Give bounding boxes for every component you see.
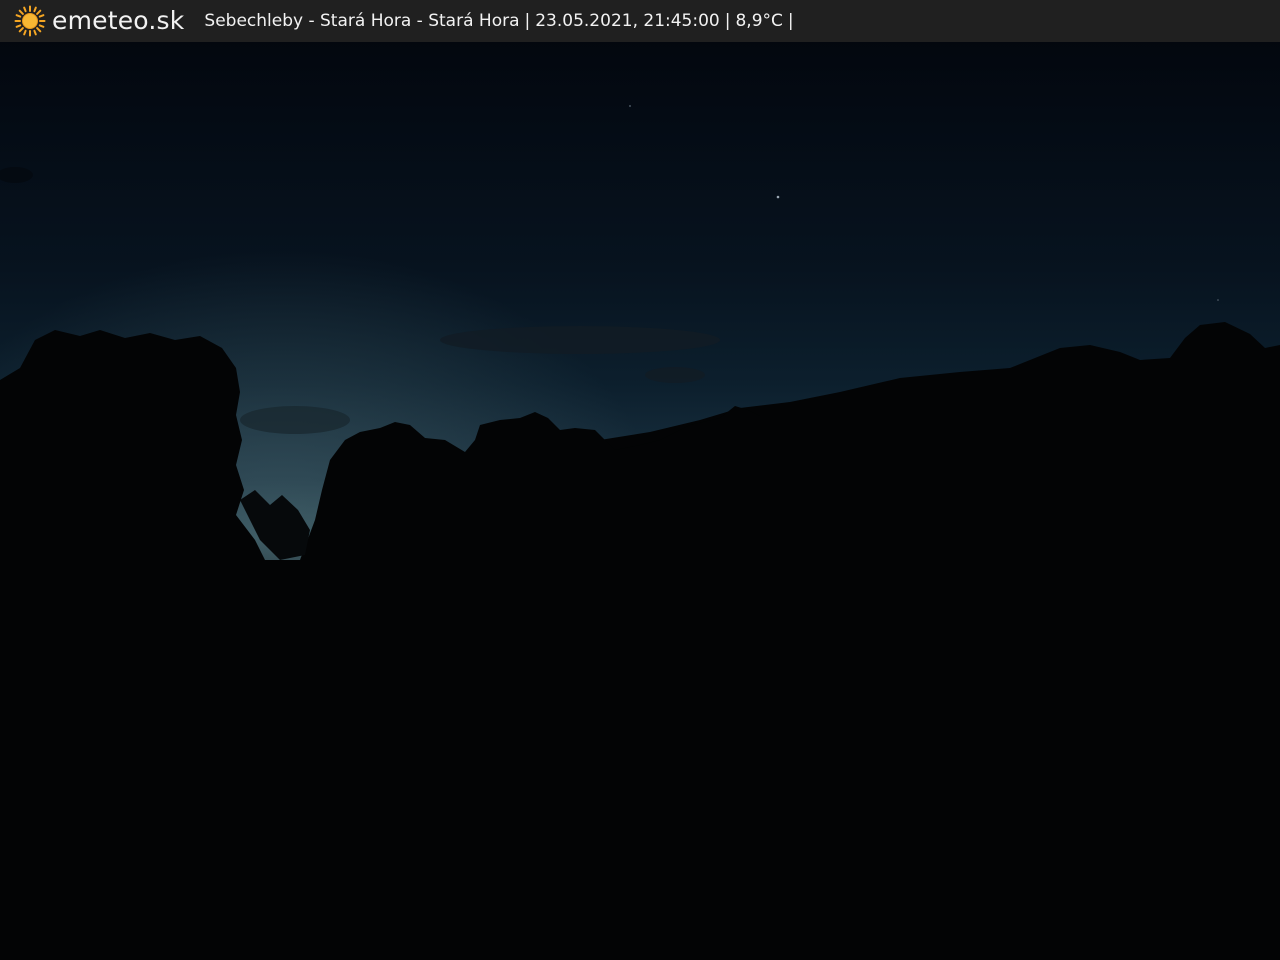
cloud — [240, 406, 350, 434]
webcam-caption: Sebechleby - Stará Hora - Stará Hora | 2… — [204, 0, 798, 42]
star — [1217, 299, 1219, 301]
separator: | — [724, 11, 731, 31]
brand-name[interactable]: emeteo.sk — [52, 0, 184, 42]
separator: | — [524, 11, 531, 31]
sun-icon — [14, 5, 46, 37]
separator: | — [787, 11, 794, 31]
temperature: 8,9°C — [735, 11, 783, 31]
cloud — [440, 326, 720, 354]
timestamp: 23.05.2021, 21:45:00 — [535, 11, 720, 31]
cloud — [645, 367, 705, 383]
webcam-image — [0, 0, 1280, 960]
location-name: Sebechleby - Stará Hora - Stará Hora — [204, 11, 520, 31]
logo[interactable]: emeteo.sk — [14, 0, 184, 42]
star — [629, 105, 631, 107]
header-bar: emeteo.sk Sebechleby - Stará Hora - Star… — [0, 0, 1280, 42]
star — [776, 195, 780, 199]
webcam-frame: emeteo.sk Sebechleby - Stará Hora - Star… — [0, 0, 1280, 960]
ground — [0, 560, 1280, 960]
